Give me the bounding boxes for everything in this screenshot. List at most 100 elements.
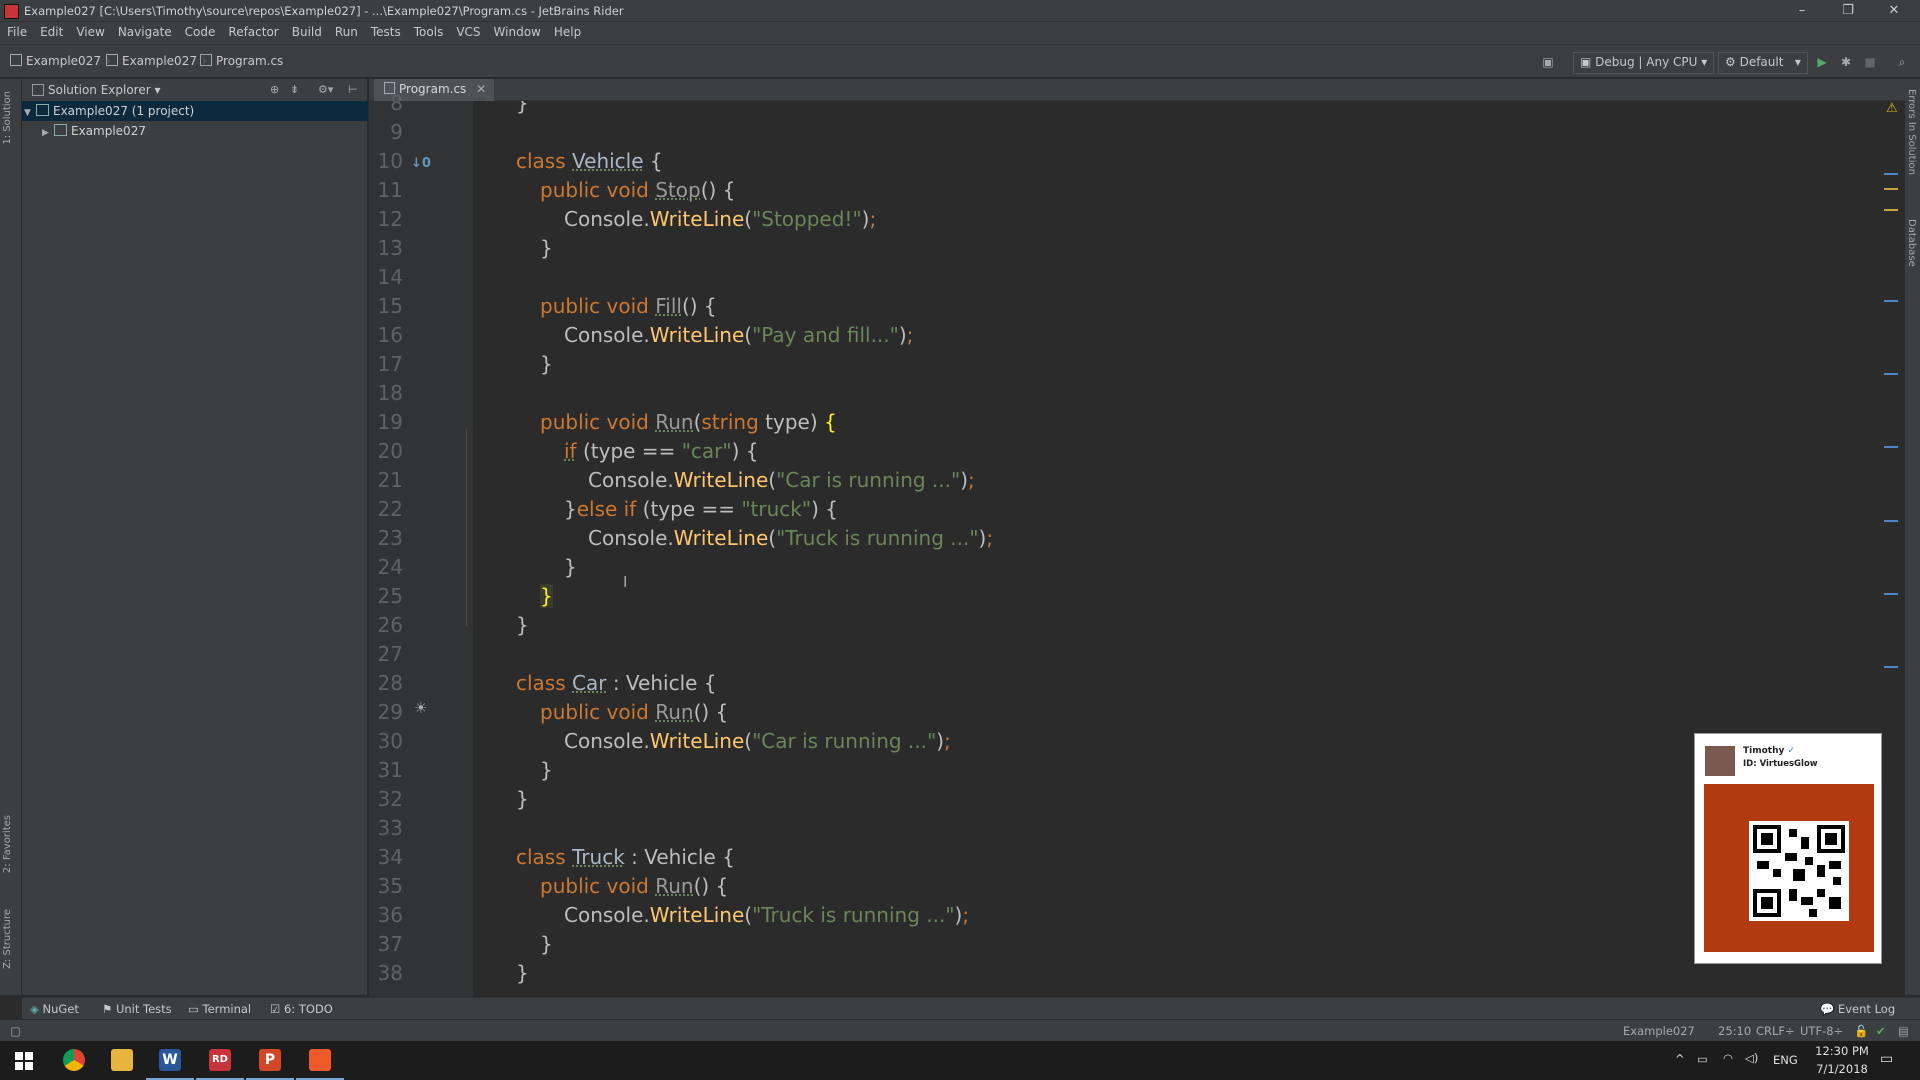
error-stripe-mark[interactable]: [1884, 188, 1898, 190]
left-tool-strip: 1: Solution 2: Favorites Z: Structure: [0, 79, 22, 995]
solution-explorer-panel: Solution Explorer ▾ ⊕ ⇟ ⚙▾ ⊢ ▼ Example027…: [22, 79, 368, 995]
tab-event-log[interactable]: 💬 Event Log: [1820, 1002, 1895, 1016]
volume-icon[interactable]: ◁): [1745, 1051, 1758, 1065]
restore-button[interactable]: ❐: [1826, 0, 1870, 22]
start-button[interactable]: [0, 1041, 48, 1080]
status-line-separator[interactable]: CRLF÷: [1756, 1024, 1795, 1038]
minimize-button[interactable]: –: [1780, 0, 1824, 22]
menu-window[interactable]: Window: [487, 22, 547, 39]
file-explorer-app[interactable]: [98, 1041, 146, 1080]
code-line: public void Run(string type) {: [540, 410, 837, 434]
line-number: 19: [377, 410, 403, 434]
menu-edit[interactable]: Edit: [33, 22, 69, 39]
search-icon[interactable]: ⌕: [1894, 54, 1910, 70]
menu-view[interactable]: View: [69, 22, 110, 39]
error-stripe-mark[interactable]: [1884, 373, 1898, 375]
event-log-icon: 💬: [1820, 1002, 1835, 1016]
menu-help[interactable]: Help: [547, 22, 587, 39]
code-line: public void Fill() {: [540, 294, 717, 318]
battery-icon[interactable]: ▭: [1697, 1052, 1708, 1066]
status-encoding[interactable]: UTF-8÷: [1800, 1024, 1843, 1038]
powerpoint-app[interactable]: P: [246, 1041, 294, 1080]
locate-icon[interactable]: ⊕: [270, 83, 279, 96]
settings-gear-icon[interactable]: ⚙▾: [318, 83, 333, 96]
hide-panel-icon[interactable]: ⊢: [348, 83, 358, 96]
toggle-tool-windows-icon[interactable]: ▢: [10, 1024, 21, 1038]
close-tab-icon[interactable]: ✕: [476, 82, 486, 96]
editor-tab-strip: Program.cs ✕: [369, 79, 1905, 104]
run-icon[interactable]: ▶: [1814, 54, 1830, 70]
rider-app[interactable]: RD: [196, 1041, 244, 1080]
code-editor[interactable]: } class Vehicle { public void Stop() { C…: [473, 101, 1905, 997]
override-marker-icon[interactable]: ↓0: [411, 156, 431, 171]
language-indicator[interactable]: ENG: [1773, 1053, 1798, 1067]
error-stripe-mark[interactable]: [1884, 300, 1898, 302]
line-number: 18: [377, 381, 403, 405]
menu-build[interactable]: Build: [285, 22, 328, 39]
menu-tools[interactable]: Tools: [407, 22, 450, 39]
menu-navigate[interactable]: Navigate: [111, 22, 178, 39]
build-config-dropdown[interactable]: ▣ Debug | Any CPU ▾: [1573, 52, 1715, 74]
tab-errors-in-solution[interactable]: Errors In Solution: [1906, 89, 1917, 175]
error-stripe-mark[interactable]: [1884, 520, 1898, 522]
code-line: Console.WriteLine("Pay and fill...");: [564, 323, 914, 347]
tree-item-solution[interactable]: ▼ Example027 (1 project): [22, 101, 368, 121]
solution-explorer-title[interactable]: Solution Explorer ▾: [48, 83, 161, 97]
tree-item-project[interactable]: ▶ Example027: [22, 121, 368, 141]
menu-file[interactable]: File: [0, 22, 33, 39]
tab-unit-tests[interactable]: ⚑ Unit Tests: [102, 1002, 172, 1016]
lightbulb-icon[interactable]: ☀: [414, 699, 427, 717]
code-line: Console.WriteLine("Car is running ...");: [564, 729, 951, 753]
wifi-icon[interactable]: ◠: [1723, 1051, 1733, 1065]
notifications-icon[interactable]: ▭: [1880, 1051, 1893, 1067]
chrome-app[interactable]: [50, 1041, 98, 1080]
status-project[interactable]: Example027: [1623, 1024, 1695, 1038]
solution-icon: [36, 104, 49, 116]
bottom-tool-tabs: ◈ NuGet ⚑ Unit Tests ▭ Terminal ☑ 6: TOD…: [22, 997, 1920, 1019]
error-stripe-mark[interactable]: [1884, 173, 1898, 175]
recorder-app[interactable]: [296, 1041, 344, 1080]
tab-terminal[interactable]: ▭ Terminal: [188, 1002, 251, 1016]
collapsed-arrow-icon[interactable]: ▶: [42, 123, 54, 143]
menu-tests[interactable]: Tests: [364, 22, 407, 39]
breadcrumb-project[interactable]: Example027 ›: [106, 54, 207, 68]
menu-run[interactable]: Run: [328, 22, 364, 39]
tab-favorites[interactable]: 2: Favorites: [2, 815, 13, 873]
breadcrumb-file[interactable]: Program.cs: [200, 54, 283, 68]
expanded-arrow-icon[interactable]: ▼: [24, 103, 36, 123]
word-app[interactable]: W: [146, 1041, 194, 1080]
error-stripe-mark[interactable]: [1884, 666, 1898, 668]
tab-nuget[interactable]: ◈ NuGet: [30, 1002, 79, 1016]
editor-gutter: 8 9 10 11 12 13 14 15 16 17 18 19 20 21 …: [369, 91, 488, 997]
lock-icon[interactable]: 🔓: [1854, 1024, 1868, 1038]
collapse-all-icon[interactable]: ⇟: [290, 83, 299, 96]
tab-todo[interactable]: ☑ 6: TODO: [270, 1002, 333, 1016]
code-line: }: [540, 932, 553, 956]
window-title: Example027 [C:\Users\Timothy\source\repo…: [24, 4, 624, 18]
tab-solution[interactable]: 1: Solution: [2, 91, 13, 145]
menu-vcs[interactable]: VCS: [449, 22, 486, 39]
error-stripe-mark[interactable]: [1884, 209, 1898, 211]
menu-code[interactable]: Code: [178, 22, 222, 39]
breadcrumb-solution[interactable]: Example027 ›: [10, 54, 111, 68]
clock-date[interactable]: 7/1/2018: [1812, 1062, 1872, 1076]
memory-indicator-icon[interactable]: ▤: [1898, 1024, 1909, 1038]
clock-time[interactable]: 12:30 PM: [1812, 1044, 1872, 1058]
stop-icon[interactable]: ■: [1862, 54, 1878, 70]
show-hidden-icons[interactable]: ^: [1675, 1052, 1685, 1066]
warning-icon[interactable]: ⚠: [1886, 101, 1898, 116]
tab-structure[interactable]: Z: Structure: [2, 909, 13, 969]
line-number: 22: [377, 497, 403, 521]
tab-database[interactable]: Database: [1906, 219, 1917, 267]
error-stripe-mark[interactable]: [1884, 446, 1898, 448]
error-stripe-mark[interactable]: [1884, 593, 1898, 595]
debug-icon[interactable]: ✱: [1838, 54, 1854, 70]
close-button[interactable]: ✕: [1872, 0, 1916, 22]
inspection-ok-icon[interactable]: ✔: [1876, 1024, 1886, 1038]
build-icon[interactable]: ▣: [1540, 54, 1556, 70]
menu-refactor[interactable]: Refactor: [221, 22, 284, 39]
run-config-dropdown[interactable]: ⚙ Default ▾: [1718, 52, 1808, 74]
line-number: 28: [377, 671, 403, 695]
presenter-id: ID: VirtuesGlow: [1743, 759, 1818, 769]
status-position[interactable]: 25:10: [1718, 1024, 1751, 1038]
